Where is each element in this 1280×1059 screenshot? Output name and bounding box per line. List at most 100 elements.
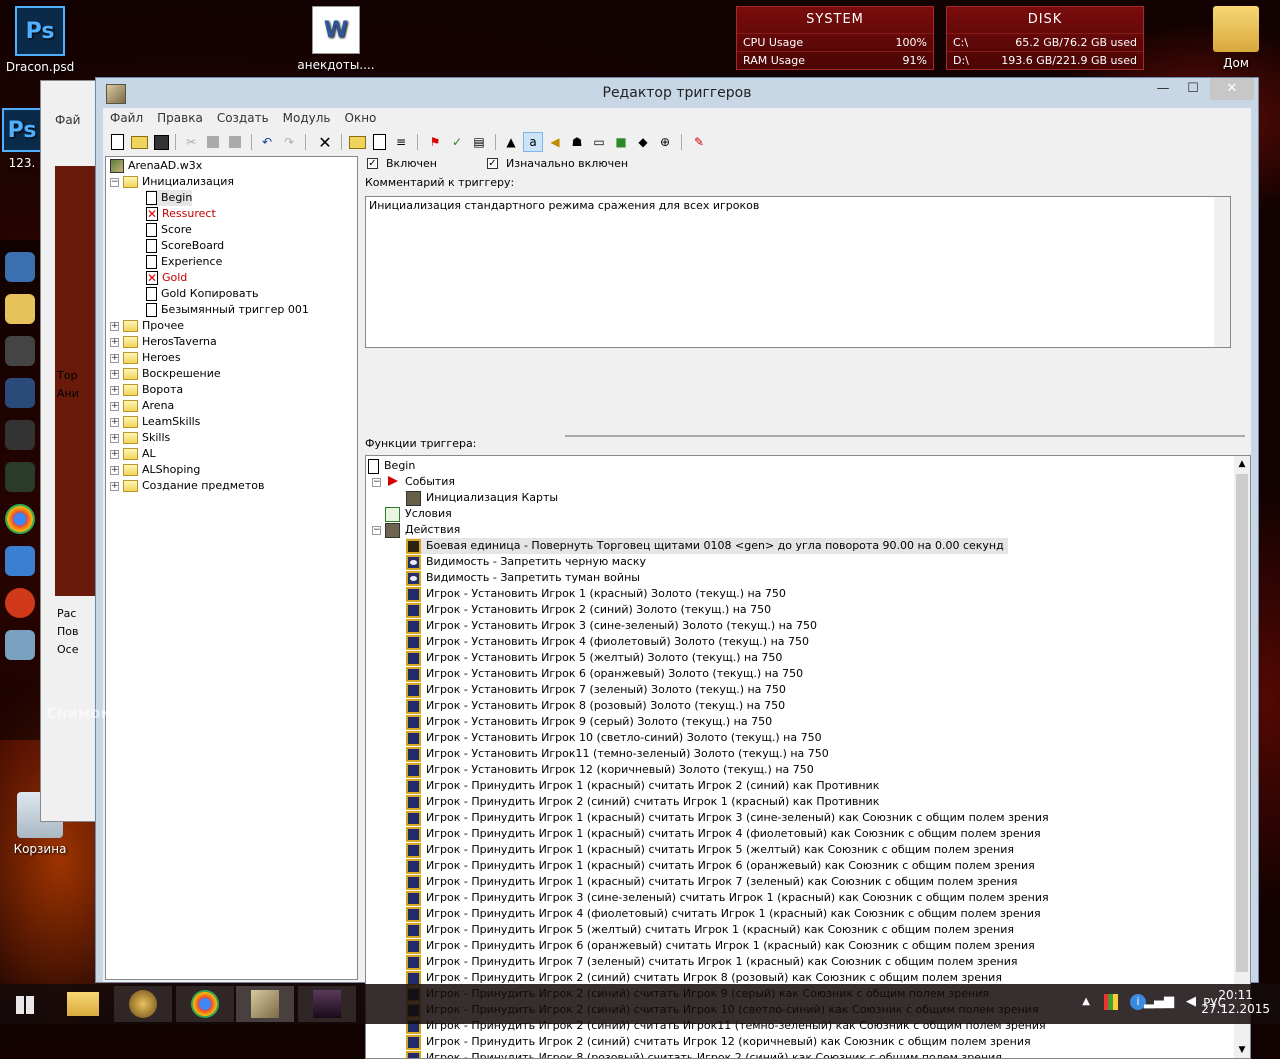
maximize-button[interactable]: ☐ bbox=[1178, 78, 1208, 100]
expand-icon[interactable]: + bbox=[110, 482, 119, 491]
tree-trigger-begin[interactable]: Begin bbox=[146, 190, 192, 206]
media-icon[interactable] bbox=[5, 336, 35, 366]
collapse-icon[interactable]: − bbox=[372, 526, 381, 535]
new-event-icon[interactable]: ⚑ bbox=[425, 132, 445, 152]
chrome-icon[interactable] bbox=[5, 504, 35, 534]
scroll-up-icon[interactable]: ▲ bbox=[1234, 456, 1250, 472]
trigger-editor-icon[interactable]: a bbox=[523, 132, 543, 152]
tree-folder[interactable]: +Arena bbox=[110, 398, 174, 414]
functions-scrollbar[interactable]: ▲ ▼ bbox=[1234, 456, 1250, 1058]
flag-icon[interactable] bbox=[1104, 994, 1118, 1010]
action-item[interactable]: Игрок - Принудить Игрок 1 (красный) счит… bbox=[406, 874, 1018, 890]
title-bar[interactable]: Редактор триггеров — ☐ ✕ bbox=[96, 78, 1258, 108]
action-item[interactable]: Игрок - Принудить Игрок 4 (фиолетовый) с… bbox=[406, 906, 1041, 922]
tree-folder-init[interactable]: −Инициализация bbox=[110, 174, 234, 190]
action-item[interactable]: Игрок - Установить Игрок11 (темно-зелены… bbox=[406, 746, 829, 762]
action-item[interactable]: Игрок - Установить Игрок 12 (коричневый)… bbox=[406, 762, 814, 778]
menu-window[interactable]: Окно bbox=[338, 108, 384, 128]
tree-trigger-gold[interactable]: ✕Gold bbox=[146, 270, 187, 286]
tree-folder[interactable]: +Прочее bbox=[110, 318, 184, 334]
menu-file[interactable]: Файл bbox=[103, 108, 150, 128]
expand-icon[interactable]: + bbox=[110, 466, 119, 475]
tree-folder[interactable]: +Воскрешение bbox=[110, 366, 221, 382]
scroll-thumb[interactable] bbox=[1236, 474, 1248, 972]
action-item[interactable]: Игрок - Установить Игрок 6 (оранжевый) З… bbox=[406, 666, 803, 682]
import-manager-icon[interactable]: ⊕ bbox=[655, 132, 675, 152]
screenshot-icon[interactable] bbox=[5, 630, 35, 660]
undo-icon[interactable]: ↶ bbox=[257, 132, 277, 152]
action-item[interactable]: Игрок - Установить Игрок 3 (сине-зеленый… bbox=[406, 618, 817, 634]
trigger-editor-button[interactable] bbox=[236, 986, 294, 1022]
action-item[interactable]: Видимость - Запретить черную маску bbox=[406, 554, 646, 570]
tree-trigger-gold-copy[interactable]: Gold Копировать bbox=[146, 286, 259, 302]
new-comment-icon[interactable]: ≡ bbox=[391, 132, 411, 152]
actions-node[interactable]: −Действия bbox=[372, 522, 460, 538]
tree-trigger-scoreboard[interactable]: ScoreBoard bbox=[146, 238, 224, 254]
splitter[interactable] bbox=[565, 435, 1245, 437]
sound-editor-icon[interactable]: ◀ bbox=[545, 132, 565, 152]
new-trigger-icon[interactable] bbox=[369, 132, 389, 152]
ai-editor-icon[interactable]: ■ bbox=[611, 132, 631, 152]
signal-icon[interactable]: ▂▄▆ bbox=[1144, 994, 1174, 1009]
file-explorer-button[interactable] bbox=[54, 986, 112, 1022]
action-item[interactable]: Игрок - Принудить Игрок 1 (красный) счит… bbox=[406, 842, 1014, 858]
save-icon[interactable] bbox=[151, 132, 171, 152]
action-item[interactable]: Игрок - Установить Игрок 9 (серый) Золот… bbox=[406, 714, 772, 730]
cut-icon[interactable]: ✂ bbox=[181, 132, 201, 152]
expand-icon[interactable]: + bbox=[110, 402, 119, 411]
action-item[interactable]: Игрок - Принудить Игрок 1 (красный) счит… bbox=[406, 778, 879, 794]
action-item[interactable]: Игрок - Принудить Игрок 1 (красный) счит… bbox=[406, 826, 1041, 842]
start-button[interactable] bbox=[4, 986, 44, 1022]
menu-module[interactable]: Модуль bbox=[276, 108, 338, 128]
expand-icon[interactable]: + bbox=[110, 386, 119, 395]
volume-icon[interactable]: ◀ bbox=[1186, 994, 1196, 1009]
expand-icon[interactable]: + bbox=[110, 370, 119, 379]
action-item[interactable]: Игрок - Установить Игрок 5 (желтый) Золо… bbox=[406, 650, 782, 666]
action-item[interactable]: Игрок - Установить Игрок 10 (светло-сини… bbox=[406, 730, 822, 746]
expand-icon[interactable]: + bbox=[110, 418, 119, 427]
minimize-button[interactable]: — bbox=[1148, 78, 1178, 100]
action-item[interactable]: Игрок - Установить Игрок 4 (фиолетовый) … bbox=[406, 634, 809, 650]
action-item[interactable]: Игрок - Принудить Игрок 6 (оранжевый) сч… bbox=[406, 938, 1035, 954]
warcraft-button[interactable] bbox=[114, 986, 172, 1022]
vectors-icon[interactable] bbox=[5, 462, 35, 492]
trigger-functions-tree[interactable]: Begin −События Инициализация Карты Услов… bbox=[365, 455, 1251, 1059]
tree-folder[interactable]: +ALShoping bbox=[110, 462, 200, 478]
tree-folder[interactable]: +Создание предметов bbox=[110, 478, 264, 494]
desktop-icon-anekdoty[interactable]: W анекдоты.... bbox=[296, 6, 376, 72]
open-folder-icon[interactable] bbox=[129, 132, 149, 152]
collapse-icon[interactable]: − bbox=[372, 478, 381, 487]
tree-folder[interactable]: +LeamSkills bbox=[110, 414, 200, 430]
tray-chevron-icon[interactable]: ▲ bbox=[1082, 996, 1090, 1007]
action-item[interactable]: Игрок - Принудить Игрок 8 (розовый) счит… bbox=[406, 1050, 1002, 1059]
desktop-icon-dracon[interactable]: Ps Dracon.psd bbox=[0, 6, 80, 74]
object-editor-icon[interactable]: ☗ bbox=[567, 132, 587, 152]
conditions-node[interactable]: Условия bbox=[385, 506, 452, 522]
network-icon[interactable] bbox=[5, 378, 35, 408]
tree-trigger-ressurect[interactable]: ✕Ressurect bbox=[146, 206, 216, 222]
copy-icon[interactable] bbox=[203, 132, 223, 152]
tree-trigger-unnamed[interactable]: Безымянный триггер 001 bbox=[146, 302, 309, 318]
tree-root[interactable]: ArenaAD.w3x bbox=[110, 158, 202, 174]
paste-icon[interactable] bbox=[225, 132, 245, 152]
test-map-icon[interactable]: ✎ bbox=[689, 132, 709, 152]
action-item[interactable]: Игрок - Принудить Игрок 2 (синий) считат… bbox=[406, 794, 879, 810]
menu-create[interactable]: Создать bbox=[210, 108, 276, 128]
initially-on-checkbox[interactable]: ✓Изначально включен bbox=[487, 157, 628, 170]
action-item[interactable]: Игрок - Принудить Игрок 3 (сине-зеленый)… bbox=[406, 890, 1049, 906]
action-item[interactable]: Игрок - Принудить Игрок 1 (красный) счит… bbox=[406, 858, 1035, 874]
bg-menu-item[interactable]: Фай bbox=[55, 113, 80, 127]
chrome-button[interactable] bbox=[176, 986, 234, 1022]
collapse-icon[interactable]: − bbox=[110, 178, 119, 187]
flash-icon[interactable] bbox=[5, 588, 35, 618]
tree-folder[interactable]: +Ворота bbox=[110, 382, 183, 398]
action-item[interactable]: Боевая единица - Повернуть Торговец щита… bbox=[406, 538, 1008, 554]
scroll-down-icon[interactable]: ▼ bbox=[1234, 1042, 1250, 1058]
music-icon[interactable] bbox=[5, 546, 35, 576]
action-item[interactable]: Игрок - Установить Игрок 7 (зеленый) Зол… bbox=[406, 682, 786, 698]
trigger-tree[interactable]: ArenaAD.w3x −Инициализация Begin ✕Ressur… bbox=[105, 156, 358, 980]
tree-folder[interactable]: +Heroes bbox=[110, 350, 181, 366]
expand-icon[interactable]: + bbox=[110, 354, 119, 363]
new-category-icon[interactable] bbox=[347, 132, 367, 152]
trigger-editor-window[interactable]: Редактор триггеров — ☐ ✕ Файл Правка Соз… bbox=[95, 77, 1259, 983]
